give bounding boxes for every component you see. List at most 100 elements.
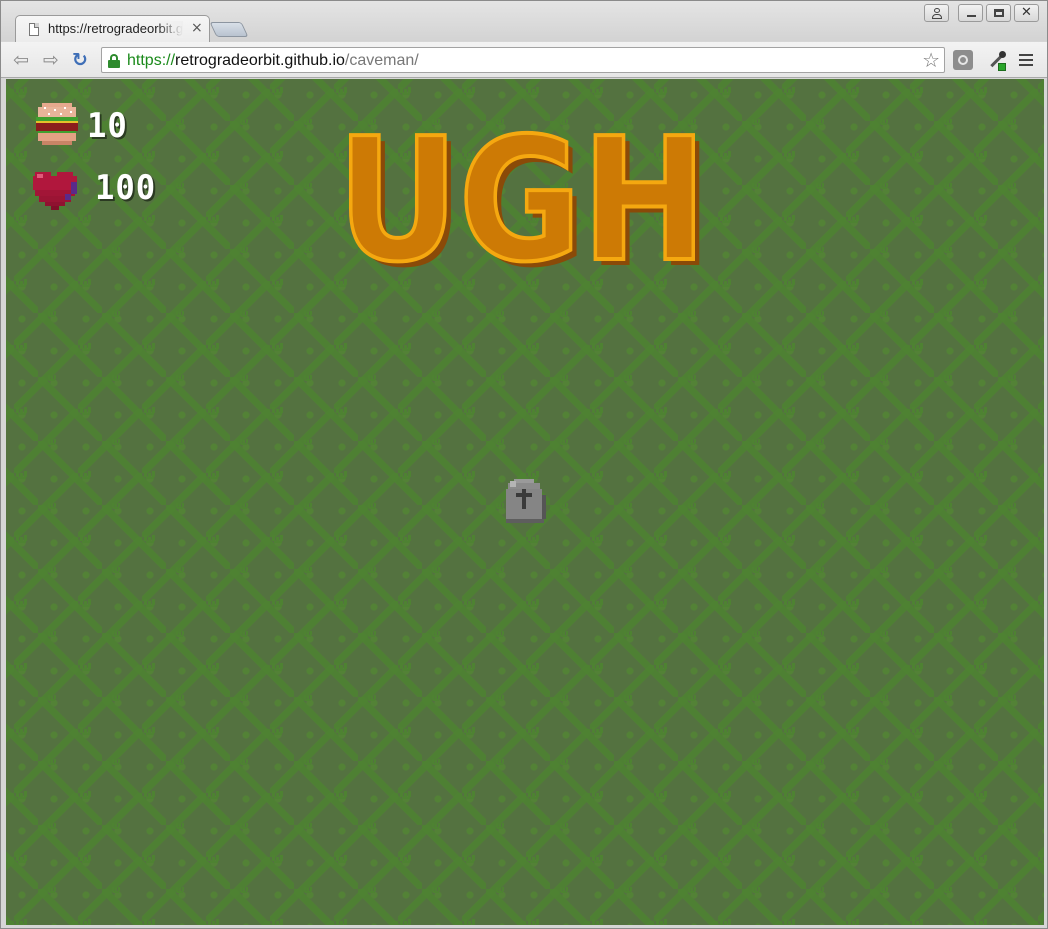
star-icon[interactable]: ☆ — [922, 49, 940, 71]
grass-tuft — [16, 791, 56, 829]
grass-tuft — [912, 279, 952, 317]
grass-tuft — [592, 343, 632, 381]
grass-tuft — [1040, 279, 1044, 287]
grass-tuft — [528, 407, 568, 445]
grass-tuft — [336, 87, 376, 125]
grass-tuft — [976, 535, 1016, 573]
grass-tuft — [912, 471, 952, 509]
url-text[interactable]: https://retrogradeorbit.github.io/cavema… — [127, 51, 419, 70]
maximize-button[interactable] — [986, 4, 1011, 22]
grass-tuft — [656, 791, 696, 829]
grass-tuft — [912, 407, 952, 445]
hamburger-menu-icon[interactable] — [1019, 54, 1033, 66]
grass-tuft — [16, 727, 56, 765]
grass-tuft — [976, 279, 1016, 317]
grass-tuft — [592, 727, 632, 765]
new-tab-button[interactable] — [209, 22, 249, 37]
grass-tuft — [784, 471, 824, 509]
grass-tuft — [208, 855, 248, 893]
page-icon — [29, 23, 39, 36]
grass-tuft — [592, 87, 632, 125]
grass-tuft — [784, 599, 824, 637]
eyedropper-icon[interactable] — [986, 49, 1010, 73]
game-canvas[interactable]: 10 100 UGH UGH — [6, 79, 1044, 925]
grass-tuft — [272, 279, 312, 317]
grass-tuft — [272, 215, 312, 253]
extension-icon[interactable] — [953, 50, 973, 70]
lock-icon[interactable] — [108, 54, 120, 68]
grass-tuft — [272, 855, 312, 893]
grass-tuft — [784, 855, 824, 893]
grass-tuft — [1040, 535, 1044, 543]
grass-tuft — [464, 727, 504, 765]
grass-tuft — [656, 599, 696, 637]
grass-tuft — [16, 535, 56, 573]
grass-tuft — [144, 87, 184, 125]
grass-tuft — [528, 791, 568, 829]
grass-tuft — [912, 535, 952, 573]
grass-tuft — [16, 919, 27, 925]
grass-tuft — [912, 919, 923, 925]
grass-tuft — [912, 343, 952, 381]
tab-close-button[interactable]: × — [191, 20, 203, 37]
grass-tuft — [784, 151, 824, 189]
grass-tuft — [784, 919, 795, 925]
grass-tuft — [80, 599, 120, 637]
grass-tuft — [592, 919, 603, 925]
grass-tuft — [784, 279, 824, 317]
grass-tuft — [656, 471, 696, 509]
grass-tuft — [656, 919, 667, 925]
grass-tuft — [848, 87, 888, 125]
grass-tuft — [976, 151, 1016, 189]
grass-tuft — [912, 855, 952, 893]
grass-tuft — [1040, 727, 1044, 735]
grass-tuft — [208, 791, 248, 829]
grass-tuft — [976, 343, 1016, 381]
back-arrow-icon[interactable]: ⇦ — [9, 49, 33, 71]
grass-tuft — [16, 343, 56, 381]
grass-tuft — [976, 919, 987, 925]
grass-tuft — [272, 599, 312, 637]
grass-tuft — [592, 535, 632, 573]
grass-tuft — [656, 663, 696, 701]
forward-arrow-icon[interactable]: ⇨ — [39, 49, 63, 71]
reload-icon[interactable]: ↻ — [68, 49, 92, 71]
grass-tuft — [144, 855, 184, 893]
burger-icon — [36, 103, 78, 145]
grass-tuft — [80, 535, 120, 573]
grass-tuft — [720, 919, 731, 925]
grass-tuft — [848, 407, 888, 445]
profile-button[interactable] — [924, 4, 949, 22]
gravestone-icon[interactable] — [502, 477, 548, 527]
close-window-button[interactable]: ✕ — [1014, 4, 1039, 22]
minimize-button[interactable] — [958, 4, 983, 22]
grass-tuft — [144, 471, 184, 509]
grass-tuft — [208, 87, 248, 125]
browser-tab[interactable]: https://retrogradeorbit.github.io/cavema… — [15, 15, 210, 42]
grass-tuft — [16, 215, 56, 253]
grass-tuft — [528, 343, 568, 381]
grass-tuft — [720, 535, 760, 573]
grass-tuft — [464, 407, 504, 445]
grass-tuft — [976, 471, 1016, 509]
address-bar[interactable]: https://retrogradeorbit.github.io/cavema… — [101, 47, 945, 73]
grass-tuft — [208, 407, 248, 445]
grass-tuft — [528, 919, 539, 925]
grass-tuft — [720, 279, 760, 317]
browser-toolbar: ⇦ ⇨ ↻ https://retrogradeorbit.github.io/… — [1, 42, 1047, 78]
grass-tuft — [208, 727, 248, 765]
grass-tuft — [144, 279, 184, 317]
grass-tuft — [272, 407, 312, 445]
grass-tuft — [208, 279, 248, 317]
grass-tuft — [592, 855, 632, 893]
grass-tuft — [208, 535, 248, 573]
grass-tuft — [976, 599, 1016, 637]
grass-tuft — [656, 407, 696, 445]
maximize-icon — [994, 9, 1004, 17]
grass-tuft — [464, 791, 504, 829]
window-controls: ✕ — [924, 4, 1039, 22]
grass-tuft — [592, 663, 632, 701]
grass-tuft — [720, 151, 760, 189]
grass-tuft — [80, 727, 120, 765]
grass-tuft — [912, 599, 952, 637]
